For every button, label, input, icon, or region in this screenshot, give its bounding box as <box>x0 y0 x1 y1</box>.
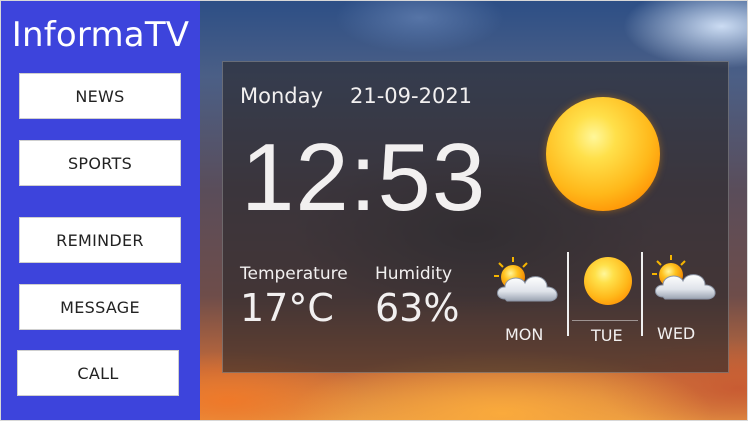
humidity-label: Humidity <box>375 264 453 284</box>
weekday-text: Monday <box>240 84 323 108</box>
partly-cloudy-icon <box>494 257 558 302</box>
app-window: InformaTV NEWS SPORTS REMINDER MESSAGE C… <box>0 0 748 421</box>
forecast-day-tue: TUE <box>591 326 623 345</box>
clock-time: 12:53 <box>241 124 487 231</box>
forecast-underline <box>572 320 638 321</box>
date-text: 21-09-2021 <box>350 84 473 108</box>
forecast-divider <box>567 252 569 336</box>
forecast-day-mon: MON <box>505 325 544 344</box>
partly-cloudy-icon <box>652 255 716 300</box>
app-title: InformaTV <box>11 15 190 55</box>
reminder-button[interactable]: REMINDER <box>19 217 181 263</box>
message-button[interactable]: MESSAGE <box>19 284 181 330</box>
sun-icon <box>584 257 632 305</box>
sun-icon <box>546 97 660 211</box>
forecast-day-wed: WED <box>657 324 696 343</box>
temperature-label: Temperature <box>240 264 348 284</box>
call-button[interactable]: CALL <box>17 350 179 396</box>
news-button[interactable]: NEWS <box>19 73 181 119</box>
temperature-value: 17°C <box>240 286 334 330</box>
humidity-value: 63% <box>375 286 460 330</box>
forecast-divider <box>641 252 643 336</box>
sports-button[interactable]: SPORTS <box>19 140 181 186</box>
